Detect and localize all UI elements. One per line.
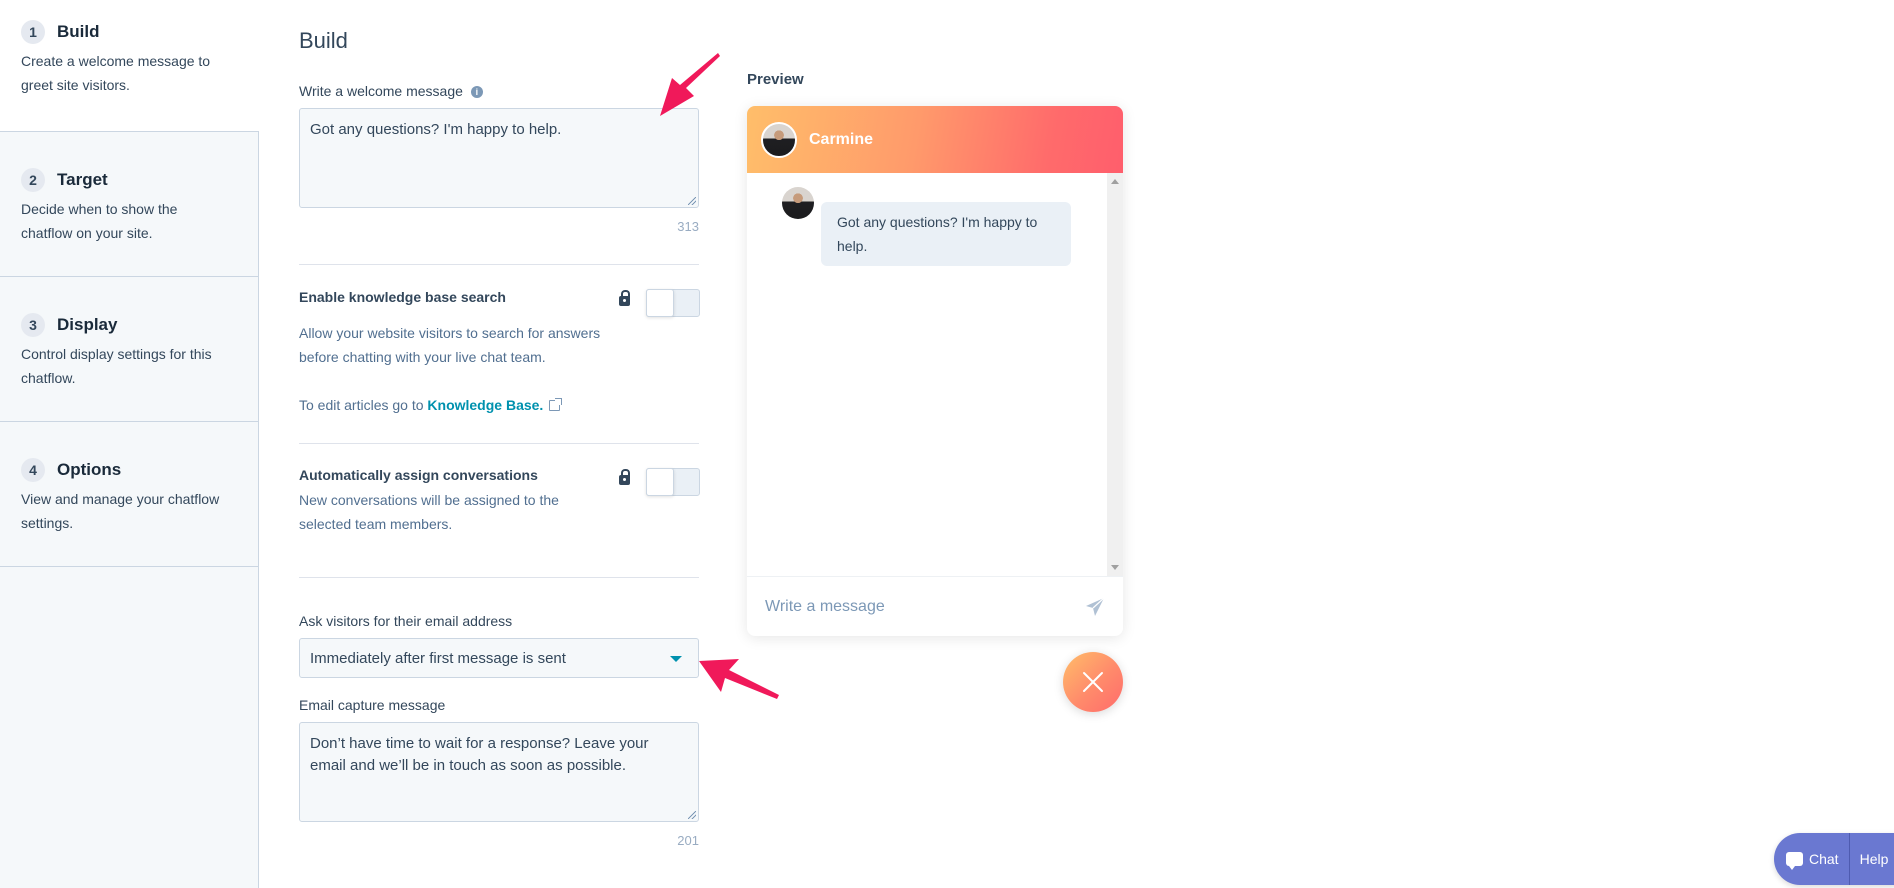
email-ask-label: Ask visitors for their email address [299,613,513,629]
chevron-down-icon [670,656,682,662]
chat-button[interactable]: Chat [1774,833,1850,885]
page-title: Build [299,28,348,53]
auto-assign-description: New conversations will be assigned to th… [299,492,559,532]
step-title: Options [57,460,122,479]
email-capture-value: Don’t have time to wait for a response? … [310,735,649,774]
agent-avatar [761,121,797,158]
auto-assign-toggle[interactable] [646,468,700,496]
step-display[interactable]: 3 Display Control display settings for t… [0,277,258,422]
annotation-arrow-icon [699,659,779,699]
scroll-up-icon[interactable] [1111,179,1119,184]
welcome-message-textarea[interactable]: Got any questions? I'm happy to help. [299,108,699,208]
help-label: Help [1859,851,1889,867]
toggle-knob [646,289,674,317]
step-build[interactable]: 1 Build Create a welcome message to gree… [0,0,259,132]
kb-edit-prefix: To edit articles go to [299,397,428,413]
step-title: Target [57,170,108,189]
external-link-icon[interactable] [549,398,563,411]
email-capture-char-count: 201 [677,833,699,848]
divider [299,264,699,265]
close-chat-button[interactable] [1063,652,1123,712]
welcome-char-count: 313 [677,219,699,234]
kb-search-label: Enable knowledge base search [299,289,506,305]
chat-message-bubble: Got any questions? I'm happy to help. [821,202,1071,266]
resize-handle-icon[interactable] [688,197,696,205]
resize-handle-icon[interactable] [688,811,696,819]
step-number: 2 [21,168,45,192]
step-number: 1 [21,20,45,44]
step-title: Build [57,22,100,41]
chat-widget-preview: Carmine Got any questions? I'm happy to … [747,106,1123,636]
chat-label: Chat [1809,851,1839,867]
kb-search-description: Allow your website visitors to search fo… [299,325,601,365]
welcome-message-value: Got any questions? I'm happy to help. [310,121,562,138]
support-widget: Chat Help [1774,833,1894,885]
chat-body: Got any questions? I'm happy to help. [747,173,1123,576]
lock-icon [619,290,630,306]
email-timing-select[interactable]: Immediately after first message is sent [299,638,699,678]
step-number: 4 [21,458,45,482]
message-input[interactable]: Write a message [765,598,1085,616]
knowledge-base-link[interactable]: Knowledge Base. [427,397,543,413]
auto-assign-label: Automatically assign conversations [299,467,538,483]
chat-composer: Write a message [747,576,1123,636]
step-description: Create a welcome message to greet site v… [21,53,211,93]
chat-bubble-icon [1786,852,1803,870]
divider [299,577,699,578]
email-capture-textarea[interactable]: Don’t have time to wait for a response? … [299,722,699,822]
email-capture-label: Email capture message [299,697,446,713]
lock-icon [619,469,630,485]
agent-avatar [782,187,814,219]
info-icon[interactable]: i [470,86,483,98]
step-description: View and manage your chatflow settings. [21,491,220,531]
steps-sidebar: 1 Build Create a welcome message to gree… [0,0,259,888]
preview-title: Preview [747,71,804,88]
toggle-knob [646,468,674,496]
chat-header: Carmine [747,106,1123,173]
agent-name: Carmine [809,130,874,148]
welcome-label-row: Write a welcome message i [299,83,483,101]
step-number: 3 [21,313,45,337]
kb-search-toggle[interactable] [646,289,700,317]
step-title: Display [57,315,118,334]
step-target[interactable]: 2 Target Decide when to show the chatflo… [0,132,258,277]
welcome-message-label: Write a welcome message [299,83,463,99]
scroll-down-icon[interactable] [1111,565,1119,570]
step-description: Control display settings for this chatfl… [21,346,212,386]
kb-edit-row: To edit articles go to Knowledge Base. [299,393,563,417]
step-options[interactable]: 4 Options View and manage your chatflow … [0,422,258,567]
divider [299,443,699,444]
step-description: Decide when to show the chatflow on your… [21,201,178,241]
email-timing-value: Immediately after first message is sent [310,649,566,667]
help-button[interactable]: Help [1850,833,1894,885]
close-icon [1083,672,1103,692]
send-icon[interactable] [1085,597,1105,617]
